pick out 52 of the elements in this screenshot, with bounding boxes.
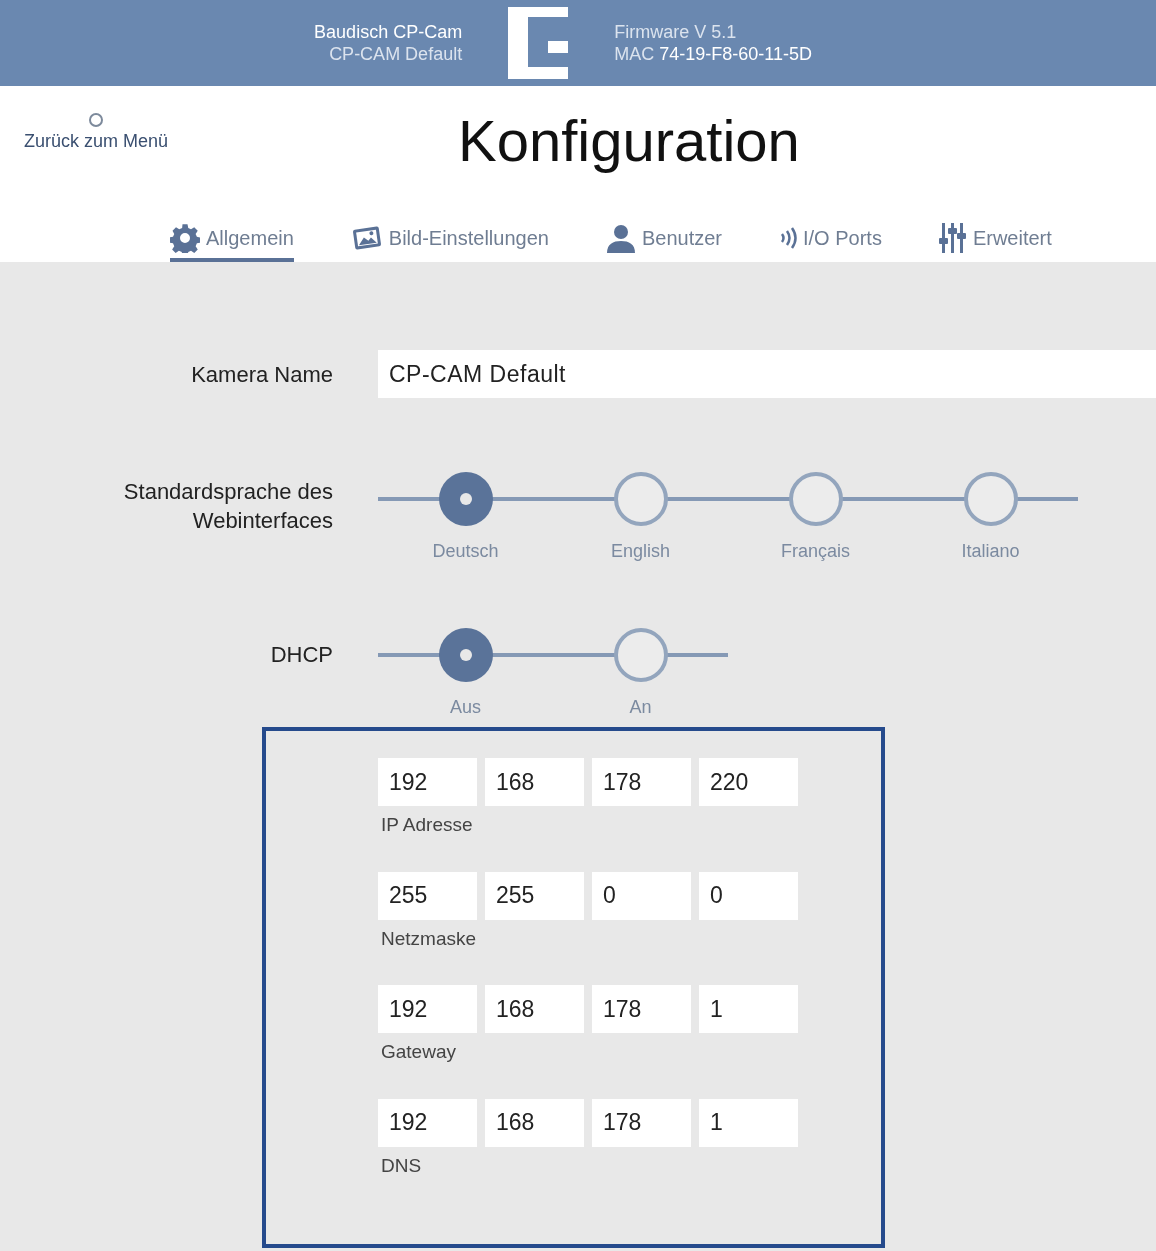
mac-address: MAC 74-19-F8-60-11-5D: [614, 43, 812, 65]
page-title: Konfiguration: [458, 107, 800, 175]
field-caption: Netzmaske: [381, 926, 478, 951]
field-caption: IP Adresse: [381, 813, 474, 837]
octet-field[interactable]: 178: [592, 1098, 691, 1147]
octet-field[interactable]: 0: [592, 871, 691, 920]
octet-field[interactable]: 0: [699, 871, 798, 920]
option-label: Aus: [450, 696, 481, 719]
field-caption: DNS: [381, 1153, 423, 1178]
user-icon: [605, 223, 636, 253]
octet-field[interactable]: 220: [699, 758, 798, 806]
field-label: DHCP: [269, 641, 333, 669]
octet-field[interactable]: 168: [485, 1098, 584, 1147]
option-label: Français: [781, 540, 850, 563]
circle-icon: [88, 112, 104, 128]
radio-button[interactable]: [613, 628, 668, 682]
octet-field[interactable]: 168: [485, 758, 584, 806]
radio-button[interactable]: [438, 472, 493, 526]
radio-button[interactable]: [788, 472, 843, 526]
tab[interactable]: Erweitert: [938, 218, 1052, 262]
sliders-icon: [938, 223, 967, 253]
octet-field[interactable]: 168: [485, 985, 584, 1033]
back-link[interactable]: Zurück zum Menü: [24, 112, 169, 155]
radio-button[interactable]: [438, 628, 493, 682]
camera-name: CP-CAM Default: [329, 43, 463, 65]
octet-field[interactable]: 192: [378, 758, 477, 806]
product-name: Baudisch CP-Cam: [314, 21, 463, 43]
camera-name-field[interactable]: CP-CAM Default: [378, 350, 1156, 398]
radio-button[interactable]: [963, 472, 1018, 526]
octet-field[interactable]: 1: [699, 985, 798, 1033]
octet-field[interactable]: 178: [592, 985, 691, 1033]
tab[interactable]: Bild-Einstellungen: [350, 218, 549, 262]
field-label: Standardsprache des Webinterfaces: [122, 478, 333, 535]
field-label: Kamera Name: [190, 360, 333, 389]
octet-field[interactable]: 1: [699, 1098, 798, 1147]
signal-waves-icon: [779, 226, 797, 250]
octet-field[interactable]: 178: [592, 758, 691, 806]
firmware-version: Firmware V 5.1: [614, 21, 738, 43]
option-label: Italiano: [961, 540, 1020, 563]
octet-field[interactable]: 255: [485, 871, 584, 920]
gear-icon: [170, 223, 200, 253]
logo: [508, 7, 569, 79]
field-caption: Gateway: [381, 1040, 457, 1064]
option-label: Deutsch: [432, 540, 499, 563]
octet-field[interactable]: 192: [378, 985, 477, 1033]
option-label: An: [629, 696, 652, 719]
octet-field[interactable]: 255: [378, 871, 477, 920]
radio-button[interactable]: [613, 472, 668, 526]
tab[interactable]: Benutzer: [605, 218, 722, 262]
tab[interactable]: I/O Ports: [779, 218, 882, 262]
option-label: English: [610, 540, 670, 563]
octet-field[interactable]: 192: [378, 1098, 477, 1147]
